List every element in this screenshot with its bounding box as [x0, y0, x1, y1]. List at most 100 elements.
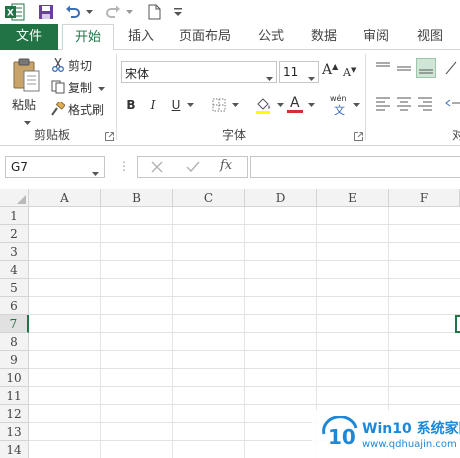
orientation-icon[interactable]	[444, 60, 460, 76]
column-header-a[interactable]: A	[29, 189, 101, 207]
decrease-indent-icon[interactable]	[444, 95, 460, 111]
check-icon[interactable]	[186, 160, 200, 177]
row-header-8[interactable]: 8	[0, 333, 29, 351]
paste-dropdown-icon[interactable]	[24, 114, 31, 128]
tab-insert[interactable]: 插入	[118, 24, 164, 50]
align-top-icon[interactable]	[374, 60, 392, 76]
align-middle-icon[interactable]	[395, 60, 413, 76]
column-header-f[interactable]: F	[389, 189, 460, 207]
phonetic-guide-button[interactable]: wén 文	[330, 94, 350, 117]
row-header-4[interactable]: 4	[0, 261, 29, 279]
insert-function-button[interactable]: fx	[220, 158, 232, 173]
copy-dropdown-icon[interactable]	[98, 80, 106, 94]
font-color-dropdown-icon[interactable]	[307, 94, 315, 116]
formula-buttons: fx	[137, 156, 248, 178]
row-header-14[interactable]: 14	[0, 441, 29, 458]
tab-formulas[interactable]: 公式	[248, 24, 294, 50]
undo-icon[interactable]	[64, 2, 82, 22]
align-left-icon[interactable]	[374, 95, 392, 111]
decrease-font-size-button[interactable]: A▼	[343, 62, 361, 82]
tab-review[interactable]: 审阅	[354, 24, 398, 50]
group-separator	[365, 54, 366, 140]
row-gridline	[29, 386, 460, 387]
group-separator	[116, 54, 117, 140]
clipboard-dialog-launcher-icon[interactable]	[105, 130, 114, 141]
watermark-url: www.qdhuajin.com	[362, 439, 457, 450]
decrease-font-size-label: A	[343, 66, 351, 79]
row-header-7[interactable]: 7	[0, 315, 29, 333]
undo-dropdown-icon[interactable]	[84, 2, 94, 22]
row-header-10[interactable]: 10	[0, 369, 29, 387]
align-right-icon[interactable]	[416, 95, 434, 111]
name-box[interactable]: G7	[5, 156, 105, 178]
name-box-value: G7	[11, 160, 28, 174]
cancel-icon[interactable]	[150, 160, 164, 177]
copy-button[interactable]: 复制	[50, 78, 106, 96]
redo-icon[interactable]	[104, 2, 122, 22]
underline-dropdown-icon[interactable]	[186, 94, 194, 116]
fill-color-dropdown-icon[interactable]	[276, 94, 284, 116]
font-dialog-launcher-icon[interactable]	[354, 130, 363, 141]
cut-label: 剪切	[68, 58, 93, 73]
font-size-combo[interactable]: 11	[279, 61, 319, 83]
column-header-d[interactable]: D	[245, 189, 317, 207]
alignment-group-label: 对	[452, 128, 460, 142]
paste-label: 粘贴	[12, 98, 37, 112]
tab-file[interactable]: 文件	[0, 24, 58, 50]
font-size-dropdown-icon[interactable]	[308, 70, 315, 84]
italic-button[interactable]: I	[146, 94, 160, 116]
row-gridline	[29, 260, 460, 261]
new-file-icon[interactable]	[146, 2, 162, 22]
paste-button[interactable]: 粘贴	[6, 56, 46, 125]
increase-font-size-button[interactable]: A▲	[322, 62, 340, 82]
fill-color-icon[interactable]	[252, 94, 274, 116]
cut-button[interactable]: 剪切	[50, 56, 92, 74]
phonetic-dropdown-icon[interactable]	[352, 94, 360, 116]
font-name-combo[interactable]: 宋体	[121, 61, 277, 83]
row-header-9[interactable]: 9	[0, 351, 29, 369]
copy-icon	[50, 79, 66, 95]
column-header-c[interactable]: C	[173, 189, 245, 207]
formula-bar: G7 ⋮ fx	[0, 147, 460, 189]
name-box-dropdown-icon[interactable]	[92, 165, 99, 179]
tab-page-layout[interactable]: 页面布局	[172, 24, 238, 50]
phonetic-char: 文	[334, 104, 345, 117]
column-header-b[interactable]: B	[101, 189, 173, 207]
row-header-5[interactable]: 5	[0, 279, 29, 297]
row-header-3[interactable]: 3	[0, 243, 29, 261]
formula-input[interactable]	[250, 156, 460, 178]
row-gridline	[29, 404, 460, 405]
bold-button[interactable]: B	[124, 94, 138, 116]
save-icon[interactable]	[36, 2, 56, 22]
row-header-13[interactable]: 13	[0, 423, 29, 441]
row-header-6[interactable]: 6	[0, 297, 29, 315]
align-bottom-icon[interactable]	[416, 58, 436, 78]
row-header-2[interactable]: 2	[0, 225, 29, 243]
active-cell[interactable]	[455, 315, 460, 333]
tab-home[interactable]: 开始	[62, 24, 114, 51]
borders-dropdown-icon[interactable]	[231, 94, 239, 116]
row-header-1[interactable]: 1	[0, 207, 29, 225]
select-all-button[interactable]	[0, 189, 29, 207]
formula-bar-splitter[interactable]: ⋮	[118, 159, 130, 173]
increase-font-size-label: A	[322, 62, 333, 78]
ribbon-tabs: 文件 开始 插入 页面布局 公式 数据 审阅 视图	[0, 24, 460, 51]
align-center-icon[interactable]	[395, 95, 413, 111]
redo-dropdown-icon[interactable]	[124, 2, 134, 22]
font-name-dropdown-icon[interactable]	[266, 70, 273, 84]
paste-icon	[12, 58, 42, 97]
row-gridline	[29, 314, 460, 315]
borders-icon[interactable]	[210, 94, 228, 116]
font-color-button[interactable]: A	[286, 94, 304, 116]
row-header-12[interactable]: 12	[0, 405, 29, 423]
tab-data[interactable]: 数据	[302, 24, 346, 50]
tab-view[interactable]: 视图	[406, 24, 454, 50]
underline-button[interactable]: U	[168, 94, 184, 116]
win10-logo-icon: 10	[320, 415, 360, 452]
customize-dropdown-icon[interactable]	[172, 2, 184, 22]
svg-text:10: 10	[328, 425, 356, 449]
format-painter-button[interactable]: 格式刷	[50, 100, 104, 118]
font-group-label: 字体	[222, 128, 247, 142]
row-header-11[interactable]: 11	[0, 387, 29, 405]
column-header-e[interactable]: E	[317, 189, 389, 207]
